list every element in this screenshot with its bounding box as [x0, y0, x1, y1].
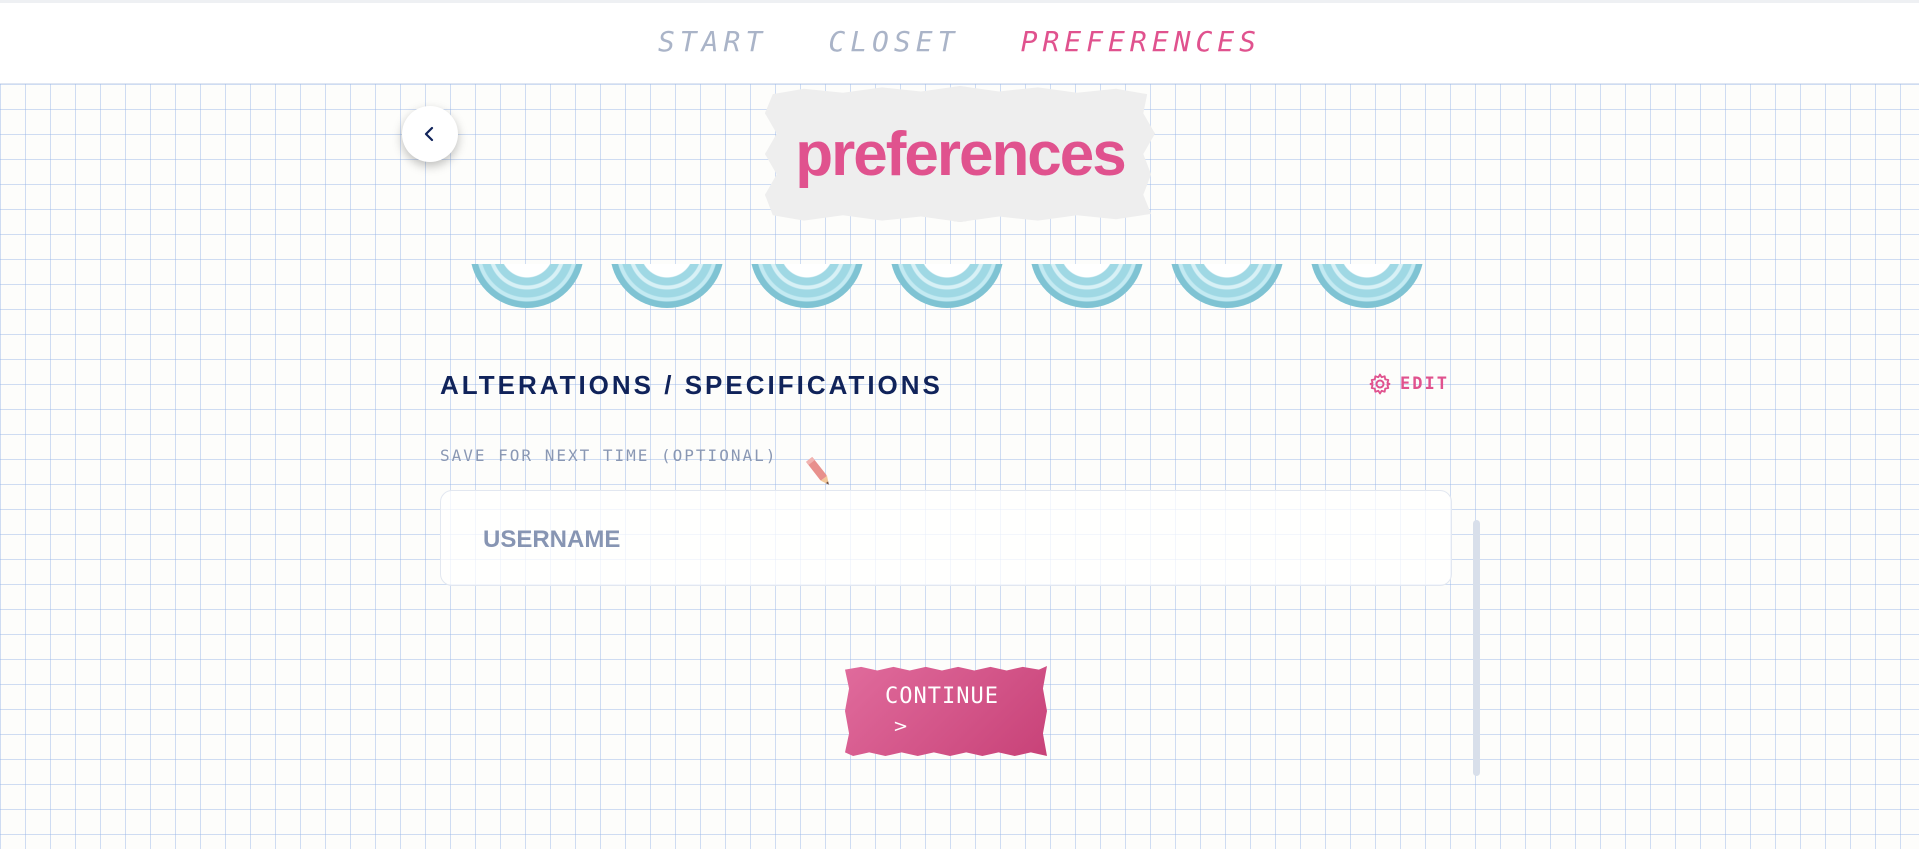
tape-roll	[750, 264, 864, 308]
nav-item-closet[interactable]: CLOSET	[828, 25, 959, 58]
tape-roll	[610, 264, 724, 308]
tape-roll-shape	[1030, 264, 1144, 308]
nav-item-start[interactable]: START	[658, 25, 767, 58]
section-title: ALTERATIONS / SPECIFICATIONS	[440, 370, 943, 400]
tape-roll-shape	[750, 264, 864, 308]
tape-roll-shape	[1310, 264, 1424, 308]
edit-button[interactable]: EDIT	[1368, 372, 1449, 396]
scrollbar[interactable]	[1473, 520, 1480, 776]
nav-item-preferences[interactable]: PREFERENCES	[1021, 25, 1261, 58]
title-paper: preferences	[765, 86, 1155, 222]
continue-label: CONTINUE	[885, 684, 999, 709]
back-button[interactable]	[402, 106, 458, 162]
username-field[interactable]	[440, 490, 1452, 586]
main-nav: START CLOSET PREFERENCES	[0, 25, 1919, 58]
tape-roll-shape	[470, 264, 584, 308]
tape-roll-shape	[1170, 264, 1284, 308]
username-input[interactable]	[481, 519, 1385, 561]
tape-roll	[1310, 264, 1424, 308]
gear-icon	[1369, 373, 1391, 395]
continue-button[interactable]: CONTINUE >	[845, 666, 1047, 756]
save-for-next-time-label: SAVE FOR NEXT TIME (OPTIONAL)	[440, 446, 778, 465]
tape-roll-shape	[610, 264, 724, 308]
page-title: preferences	[795, 119, 1127, 189]
tape-roll-shape	[890, 264, 1004, 308]
tape-roll	[470, 264, 584, 308]
chevron-right-icon: >	[893, 716, 909, 737]
top-navigation-bar: START CLOSET PREFERENCES	[0, 0, 1919, 84]
tape-roll	[1170, 264, 1284, 308]
chevron-left-icon	[424, 126, 434, 142]
tape-roll	[1030, 264, 1144, 308]
tape-roll	[890, 264, 1004, 308]
edit-label: EDIT	[1400, 374, 1449, 394]
pencil-icon	[805, 456, 829, 485]
